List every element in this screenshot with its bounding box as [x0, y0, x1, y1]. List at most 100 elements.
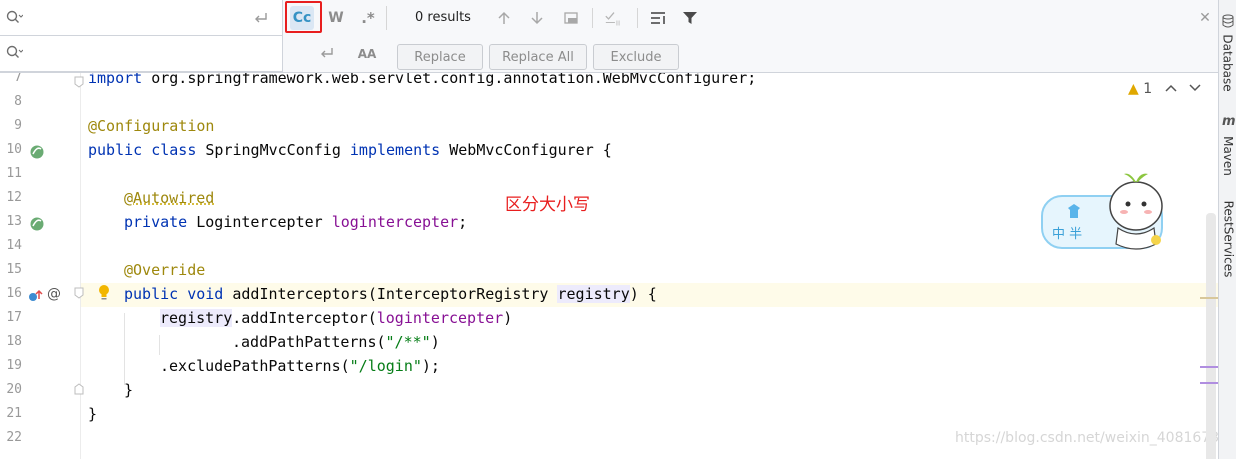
svg-text:II: II	[616, 18, 620, 27]
line-number: 12	[6, 190, 22, 205]
line-number: 17	[6, 310, 22, 325]
annotation: @Configuration	[88, 117, 215, 135]
code-text: ) {	[629, 285, 657, 303]
string-literal: "/**"	[385, 333, 431, 351]
code-text: .excludePathPatterns(	[160, 357, 350, 375]
right-tool-strip: Database m Maven RestServices	[1218, 0, 1236, 459]
string-literal: "/login"	[349, 357, 422, 375]
parameter: registry	[557, 285, 630, 303]
line-number: 22	[6, 430, 22, 445]
fold-marker-icon[interactable]	[74, 287, 84, 299]
replace-input[interactable]	[26, 42, 250, 66]
whole-words-button[interactable]: W	[324, 6, 348, 30]
annotation: @Override	[124, 261, 206, 279]
code-line: @Override	[124, 260, 205, 284]
keyword: public void	[124, 285, 224, 303]
database-icon[interactable]	[1222, 14, 1234, 28]
search-input[interactable]	[26, 6, 250, 30]
code-line: registry.addInterceptor(logintercepter)	[160, 308, 512, 332]
indent-guide	[124, 313, 125, 385]
chevron-down-icon[interactable]	[1189, 81, 1201, 97]
separator	[386, 6, 387, 30]
maven-tab[interactable]: Maven	[1219, 132, 1236, 180]
select-all-occurrences-icon[interactable]	[561, 8, 581, 28]
code-text: )	[430, 333, 440, 351]
code-text: addInterceptors(InterceptorRegistry	[223, 285, 558, 303]
at-override-icon[interactable]: @	[47, 285, 61, 303]
keyword: private	[124, 213, 188, 231]
line-number: 15	[6, 262, 22, 277]
code-text: Logintercepter	[187, 213, 332, 231]
code-line: import org.springframework.web.servlet.c…	[88, 73, 756, 92]
match-case-highlight-box	[285, 1, 322, 33]
error-stripe-marker	[1200, 382, 1218, 384]
next-occurrence-icon[interactable]	[527, 8, 547, 28]
replace-button[interactable]: Replace	[397, 44, 483, 70]
line-number: 10	[6, 142, 22, 157]
code-text: }	[124, 381, 134, 399]
spring-autowired-icon[interactable]	[28, 215, 46, 233]
code-line: }	[88, 404, 97, 428]
line-number: 13	[6, 214, 22, 229]
code-line: public class SpringMvcConfig implements …	[88, 140, 612, 164]
replace-field[interactable]	[0, 36, 333, 72]
lightbulb-icon[interactable]	[96, 283, 112, 303]
indent-guide	[159, 335, 160, 355]
code-text: .addInterceptor(	[232, 309, 377, 327]
find-replace-bar: Cc W .* 0 results II ✕ AA Replace Replac…	[0, 0, 1218, 73]
keyword: import	[88, 73, 143, 87]
separator	[637, 8, 638, 28]
line-number: 14	[6, 238, 22, 253]
new-line-icon[interactable]	[252, 9, 270, 27]
spring-bean-icon[interactable]	[28, 143, 46, 161]
close-icon[interactable]: ✕	[1195, 8, 1215, 28]
find-row: Cc W .* 0 results II ✕	[0, 0, 1218, 36]
mascot-sticker: 中 半	[1040, 168, 1170, 258]
fold-marker-icon[interactable]	[74, 383, 84, 395]
line-number: 18	[6, 334, 22, 349]
search-field[interactable]	[0, 0, 283, 36]
exclude-button[interactable]: Exclude	[593, 44, 679, 70]
code-line: .excludePathPatterns("/login");	[160, 356, 440, 380]
replace-all-button[interactable]: Replace All	[489, 44, 587, 70]
error-stripe-marker	[1200, 366, 1218, 368]
chevron-up-icon[interactable]	[1165, 81, 1181, 97]
line-number: 11	[6, 166, 22, 181]
code-line: @Autowired	[124, 188, 214, 212]
in-selection-icon[interactable]: II	[604, 8, 624, 28]
vertical-scrollbar[interactable]	[1206, 213, 1216, 459]
code-text: )	[503, 309, 513, 327]
gutter: 7 8 9 10 11 12 13 14 15 16 17 18 19 20 2…	[0, 73, 84, 459]
multiline-icon[interactable]	[649, 8, 669, 28]
code-editor[interactable]: 7 8 9 10 11 12 13 14 15 16 17 18 19 20 2…	[0, 73, 1218, 459]
search-history-icon[interactable]	[5, 9, 23, 27]
field-name: logintercepter	[331, 213, 459, 231]
rest-services-tab[interactable]: RestServices	[1219, 196, 1236, 282]
svg-text:中 半: 中 半	[1052, 227, 1082, 242]
inspection-widget[interactable]: ▲ 1	[1128, 81, 1201, 97]
code-text: );	[421, 357, 440, 375]
code-line: }	[124, 380, 133, 404]
preserve-case-button[interactable]: AA	[356, 44, 378, 64]
previous-occurrence-icon[interactable]	[494, 8, 514, 28]
code-line: .addPathPatterns("/**")	[232, 332, 440, 356]
code-text: }	[88, 405, 98, 423]
line-number: 19	[6, 358, 22, 373]
new-line-icon[interactable]	[318, 44, 336, 62]
line-number: 8	[14, 94, 22, 109]
code-line: @Configuration	[88, 116, 214, 140]
line-number: 21	[6, 406, 22, 421]
line-number: 9	[14, 118, 22, 133]
maven-icon[interactable]: m	[1222, 114, 1236, 129]
fold-marker-icon[interactable]	[74, 76, 84, 88]
case-sensitive-note: 区分大小写	[505, 195, 590, 215]
line-number: 16	[6, 286, 22, 301]
keyword: public class	[88, 141, 197, 159]
regex-button[interactable]: .*	[356, 6, 380, 30]
database-tab[interactable]: Database	[1219, 30, 1236, 96]
code-line: private Logintercepter logintercepter;	[124, 212, 467, 236]
replace-history-icon[interactable]	[5, 44, 23, 62]
implements-method-icon[interactable]	[27, 287, 45, 305]
filter-icon[interactable]	[680, 8, 700, 28]
separator	[592, 8, 593, 28]
